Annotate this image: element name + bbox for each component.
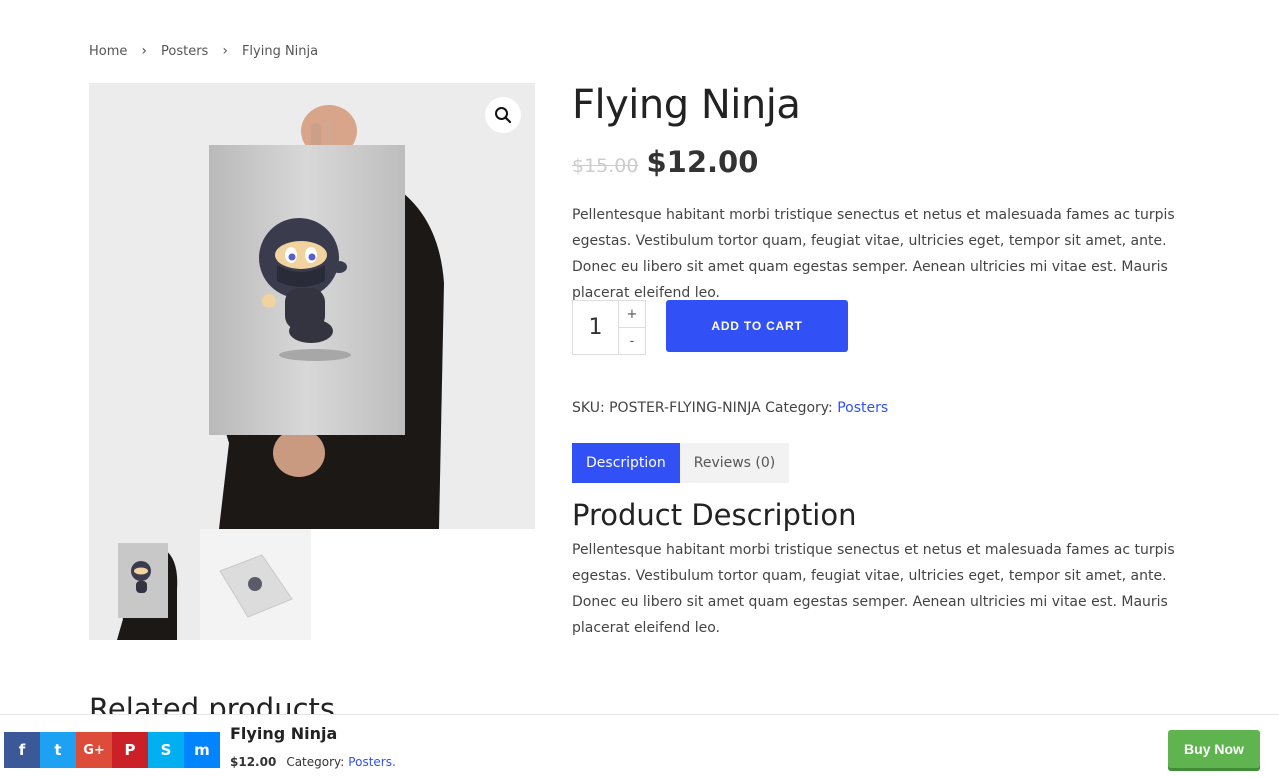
messenger-icon: m	[194, 741, 210, 759]
breadcrumb-current: Flying Ninja	[241, 43, 319, 59]
breadcrumb-category-link[interactable]: Posters	[161, 44, 208, 59]
sticky-add-to-cart-bar: f t G+ P S m Flying Ninja $12.00 Categor…	[0, 714, 1279, 778]
messenger-share-button[interactable]: m	[184, 732, 220, 768]
pinterest-share-button[interactable]: P	[112, 732, 148, 768]
magnifier-icon	[495, 107, 512, 124]
breadcrumb-home-link[interactable]: Home	[89, 44, 127, 59]
product-title: Flying Ninja	[572, 82, 801, 128]
sku-value: POSTER-FLYING-NINJA	[609, 400, 761, 416]
pinterest-icon: P	[124, 741, 136, 759]
short-description: Pellentesque habitant morbi tristique se…	[572, 207, 1175, 301]
tab-reviews[interactable]: Reviews (0)	[679, 443, 790, 483]
google-plus-share-button[interactable]: G+	[76, 732, 112, 768]
product-meta: SKU: POSTER-FLYING-NINJA Category: Poste…	[572, 400, 888, 416]
skype-icon: S	[160, 741, 172, 759]
thumbnail-front[interactable]	[89, 529, 200, 640]
sticky-product-meta: $12.00 Category: Posters.	[230, 755, 396, 769]
description-body: Pellentesque habitant morbi tristique se…	[572, 542, 1175, 636]
category-label: Category:	[765, 400, 833, 416]
chevron-right-icon: ›	[141, 43, 147, 59]
product-main-image[interactable]	[89, 83, 535, 529]
thumbnail-angled[interactable]	[200, 529, 311, 640]
quantity-input[interactable]: 1	[573, 301, 619, 354]
thumbnail-angled-image	[200, 529, 311, 640]
thumbnail-front-image	[89, 529, 200, 640]
sticky-price: $12.00	[230, 755, 277, 769]
quantity-increase-button[interactable]: +	[619, 301, 645, 328]
tab-description[interactable]: Description	[572, 443, 680, 483]
sticky-category-link[interactable]: Posters.	[348, 755, 396, 769]
sku-label: SKU:	[572, 400, 605, 416]
regular-price: $15.00	[572, 155, 639, 177]
description-heading: Product Description	[572, 498, 857, 532]
share-buttons: f t G+ P S m	[4, 732, 220, 768]
add-to-cart-button[interactable]: ADD TO CART	[666, 300, 848, 352]
buy-now-button[interactable]: Buy Now	[1168, 730, 1260, 768]
twitter-share-button[interactable]: t	[40, 732, 76, 768]
chevron-right-icon: ›	[222, 43, 228, 59]
product-tabs: Description Reviews (0)	[572, 443, 790, 483]
skype-share-button[interactable]: S	[148, 732, 184, 768]
quantity-stepper: 1 + -	[572, 300, 646, 355]
breadcrumb: Home › Posters › Flying Ninja	[89, 43, 318, 59]
sticky-category-label: Category:	[286, 755, 345, 769]
facebook-icon: f	[18, 741, 26, 759]
thumbnail-strip	[89, 529, 311, 640]
zoom-button[interactable]	[485, 97, 521, 133]
price: $15.00 $12.00	[572, 145, 758, 179]
poster-photo	[89, 83, 535, 529]
sale-price: $12.00	[646, 145, 759, 179]
google-plus-icon: G+	[83, 742, 105, 758]
twitter-icon: t	[54, 741, 62, 759]
facebook-share-button[interactable]: f	[4, 732, 40, 768]
category-link[interactable]: Posters	[837, 400, 888, 416]
sticky-product-title: Flying Ninja	[230, 724, 338, 743]
quantity-decrease-button[interactable]: -	[619, 328, 645, 354]
